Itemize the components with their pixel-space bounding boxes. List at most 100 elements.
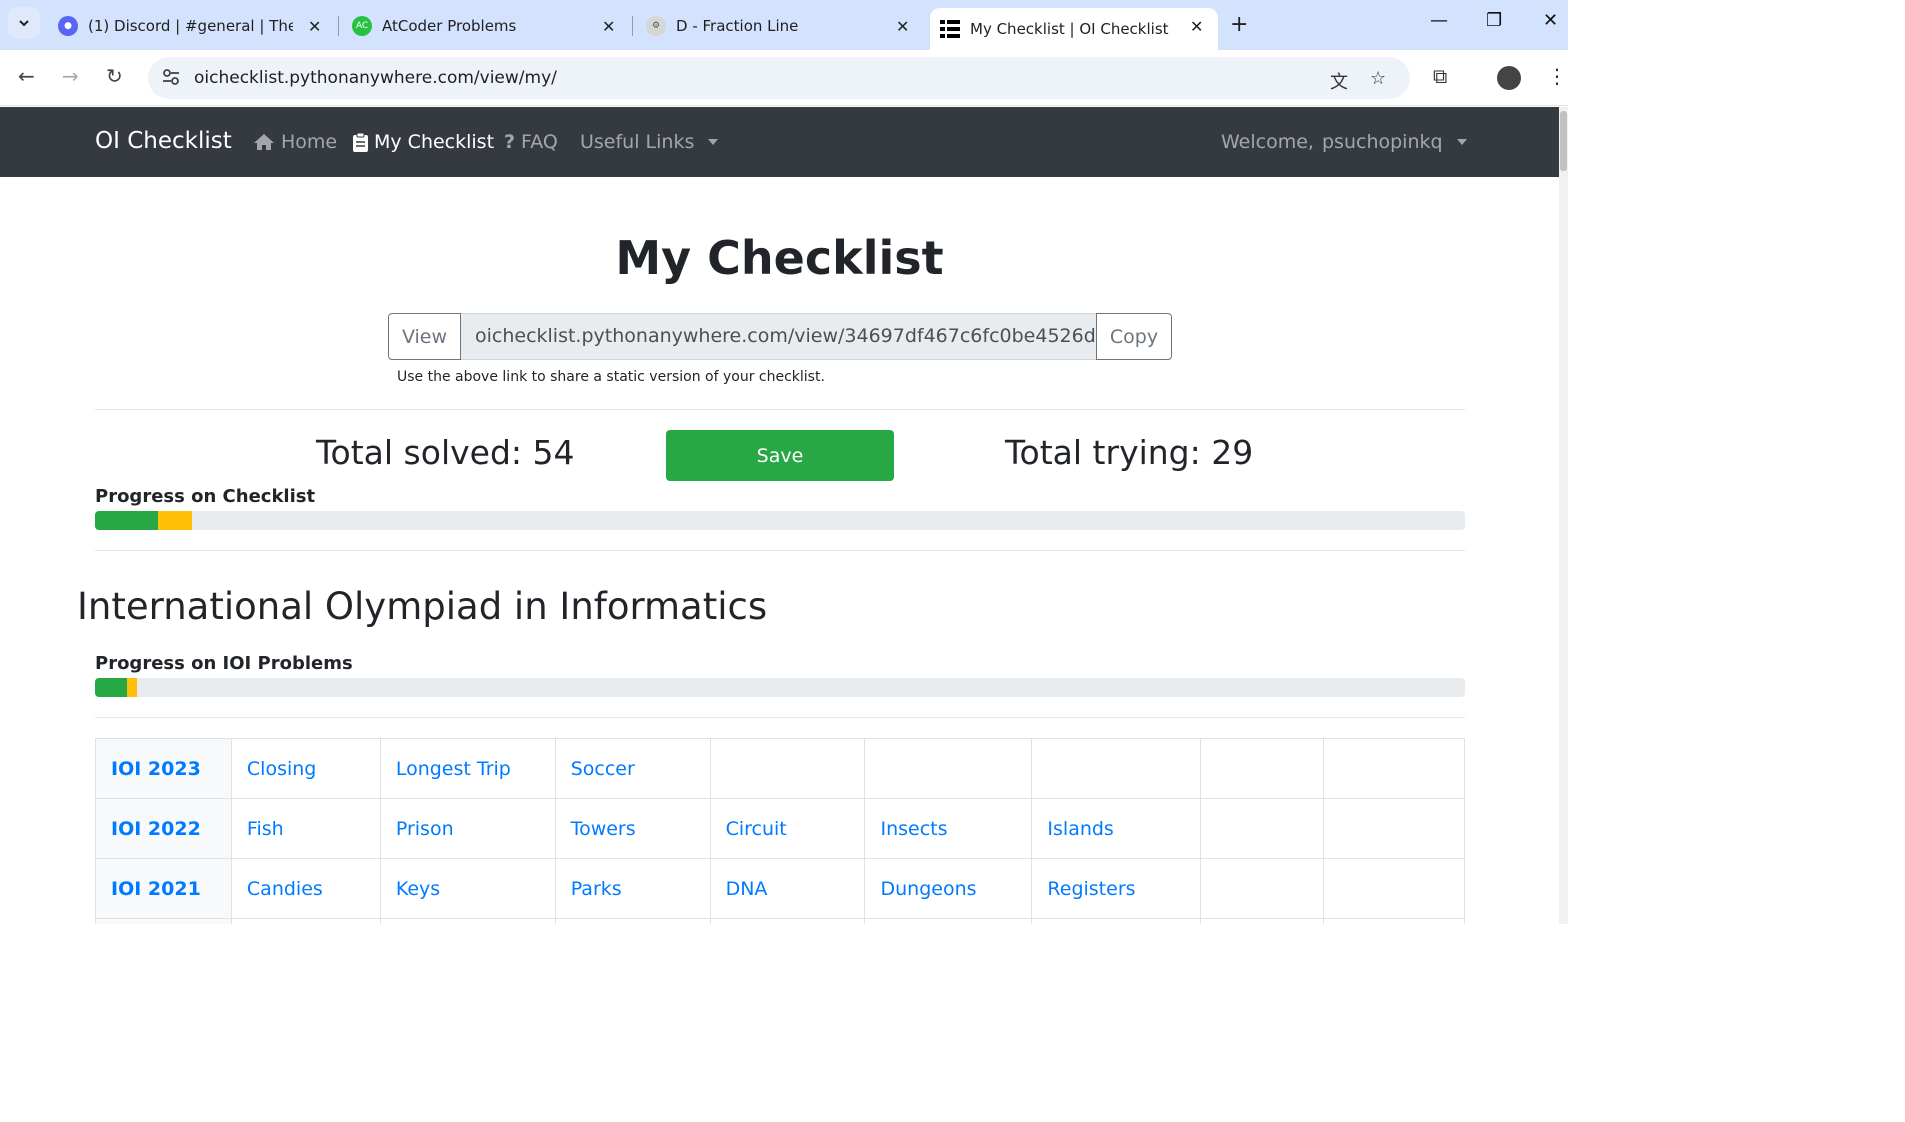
problem-cell[interactable]: Parks: [554, 858, 711, 919]
tab-atcoder-problems[interactable]: AC AtCoder Problems ✕: [352, 8, 622, 44]
problem-cell[interactable]: Closing: [230, 738, 381, 799]
ioi-progress-label: Progress on IOI Problems: [95, 653, 353, 674]
table-row: [95, 918, 1465, 924]
clipboard-icon: [353, 132, 368, 152]
tab-search-button[interactable]: [8, 7, 40, 39]
problem-cell[interactable]: Keys: [379, 858, 556, 919]
grid-icon: [940, 20, 960, 38]
problem-cell[interactable]: Insects: [864, 798, 1033, 859]
nav-useful-links-label: Useful Links: [580, 131, 695, 153]
nav-my-checklist-label: My Checklist: [374, 131, 495, 153]
problem-cell[interactable]: [230, 918, 381, 924]
copy-button[interactable]: Copy: [1096, 313, 1172, 360]
minimize-icon[interactable]: —: [1430, 10, 1448, 31]
ioi-progress-solved: [95, 678, 127, 697]
problem-cell[interactable]: [864, 918, 1033, 924]
tab-my-checklist[interactable]: My Checklist | OI Checklist ✕: [930, 8, 1218, 50]
site-navbar: OI Checklist Home My Checklist ? FAQ Use…: [0, 107, 1559, 177]
ioi-year-link[interactable]: IOI 2021: [95, 858, 232, 919]
ioi-problems-table: IOI 2023 Closing Longest Trip Soccer IOI…: [95, 738, 1465, 924]
table-row: IOI 2022 Fish Prison Towers Circuit Inse…: [95, 798, 1465, 859]
nav-home[interactable]: Home: [253, 131, 337, 153]
tab-divider: [632, 16, 633, 36]
close-icon[interactable]: ✕: [1190, 17, 1203, 36]
scrollbar-thumb[interactable]: [1560, 111, 1567, 171]
atcoder-icon: AC: [352, 16, 372, 36]
checklist-progress-bar: [95, 511, 1465, 530]
problem-cell[interactable]: Towers: [554, 798, 711, 859]
back-icon[interactable]: ←: [18, 64, 35, 88]
tab-discord[interactable]: ● (1) Discord | #general | The Po ✕: [58, 8, 328, 44]
ioi-year-link[interactable]: IOI 2023: [95, 738, 232, 799]
user-menu-dropdown[interactable]: psuchopinkq: [1322, 131, 1467, 153]
caret-down-icon: [1456, 139, 1467, 145]
save-button[interactable]: Save: [666, 430, 894, 481]
translate-icon[interactable]: 文: [1330, 68, 1348, 94]
nav-my-checklist[interactable]: My Checklist: [353, 131, 494, 153]
extensions-icon[interactable]: ⧉: [1433, 64, 1447, 88]
menu-kebab-icon[interactable]: ⋮: [1547, 64, 1567, 88]
atcoder-logo-icon: ⚙: [646, 16, 666, 36]
problem-cell[interactable]: [1200, 918, 1325, 924]
address-bar[interactable]: oichecklist.pythonanywhere.com/view/my/: [148, 57, 1410, 99]
view-button[interactable]: View: [388, 313, 461, 360]
problem-cell[interactable]: [379, 918, 556, 924]
problem-cell[interactable]: [1200, 798, 1325, 859]
tab-title: My Checklist | OI Checklist: [970, 20, 1169, 38]
profile-avatar[interactable]: [1497, 66, 1521, 90]
problem-cell[interactable]: Fish: [230, 798, 381, 859]
problem-cell[interactable]: Prison: [379, 798, 556, 859]
close-window-icon[interactable]: ✕: [1543, 10, 1558, 31]
reload-icon[interactable]: ↻: [106, 64, 123, 88]
share-link-input[interactable]: oichecklist.pythonanywhere.com/view/3469…: [461, 313, 1096, 360]
problem-cell[interactable]: [1200, 738, 1325, 799]
ioi-year-link[interactable]: [95, 918, 232, 924]
problem-cell[interactable]: Soccer: [554, 738, 711, 799]
problem-cell[interactable]: Dungeons: [864, 858, 1033, 919]
new-tab-button[interactable]: +: [1230, 12, 1248, 37]
problem-cell[interactable]: [1031, 918, 1202, 924]
share-help-text: Use the above link to share a static ver…: [397, 369, 825, 385]
problem-cell[interactable]: Islands: [1031, 798, 1202, 859]
close-icon[interactable]: ✕: [308, 17, 321, 36]
problem-cell[interactable]: [1200, 858, 1325, 919]
nav-useful-links-dropdown[interactable]: Useful Links: [580, 131, 719, 153]
username: psuchopinkq: [1322, 131, 1443, 153]
problem-cell[interactable]: [554, 918, 711, 924]
divider: [95, 409, 1465, 410]
browser-toolbar: ← → ↻ oichecklist.pythonanywhere.com/vie…: [0, 50, 1568, 106]
checklist-progress-trying: [158, 511, 193, 530]
tab-fraction-line[interactable]: ⚙ D - Fraction Line ✕: [646, 8, 916, 44]
problem-cell[interactable]: [1323, 798, 1465, 859]
site-brand[interactable]: OI Checklist: [95, 128, 232, 154]
forward-icon[interactable]: →: [62, 64, 79, 88]
problem-cell[interactable]: [1031, 738, 1202, 799]
tab-title: D - Fraction Line: [676, 17, 799, 35]
bookmark-star-icon[interactable]: ☆: [1370, 68, 1386, 89]
ioi-progress-bar: [95, 678, 1465, 697]
problem-cell[interactable]: DNA: [709, 858, 866, 919]
nav-faq[interactable]: ? FAQ: [504, 131, 558, 153]
problem-cell[interactable]: Longest Trip: [379, 738, 556, 799]
divider: [95, 550, 1465, 551]
page-scrollbar[interactable]: [1559, 107, 1568, 924]
url-text[interactable]: oichecklist.pythonanywhere.com/view/my/: [194, 68, 557, 88]
problem-cell[interactable]: Registers: [1031, 858, 1202, 919]
ioi-year-link[interactable]: IOI 2022: [95, 798, 232, 859]
table-row: IOI 2023 Closing Longest Trip Soccer: [95, 738, 1465, 799]
problem-cell[interactable]: Candies: [230, 858, 381, 919]
problem-cell[interactable]: [1323, 738, 1465, 799]
close-icon[interactable]: ✕: [602, 17, 615, 36]
checklist-progress-label: Progress on Checklist: [95, 486, 316, 507]
caret-down-icon: [708, 139, 719, 145]
problem-cell[interactable]: [709, 738, 866, 799]
problem-cell[interactable]: [1323, 858, 1465, 919]
problem-cell[interactable]: Circuit: [709, 798, 866, 859]
site-settings-icon[interactable]: [162, 68, 180, 86]
problem-cell[interactable]: [709, 918, 866, 924]
restore-icon[interactable]: ❐: [1486, 10, 1502, 31]
welcome-text: Welcome,: [1221, 131, 1314, 153]
close-icon[interactable]: ✕: [896, 17, 909, 36]
problem-cell[interactable]: [1323, 918, 1465, 924]
problem-cell[interactable]: [864, 738, 1033, 799]
